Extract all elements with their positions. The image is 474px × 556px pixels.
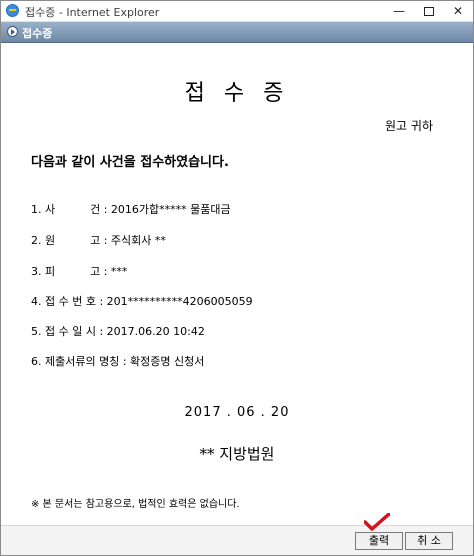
window-title: 접수증 - Internet Explorer <box>25 6 160 19</box>
item-value: 주식회사 ** <box>110 234 166 247</box>
receipt-document: 접 수 증 원고 귀하 다음과 같이 사건을 접수하였습니다. 1. 사 건 :… <box>1 43 473 523</box>
item-label: 6. 제출서류의 명칭 : <box>31 355 127 368</box>
item-label: 3. 피 고 : <box>31 265 108 278</box>
item-value: 2017.06.20 10:42 <box>106 325 205 338</box>
internet-explorer-icon <box>6 4 19 17</box>
check-mark-icon <box>364 513 390 531</box>
item-label: 2. 원 고 : <box>31 234 108 247</box>
receipt-date: 2017 . 06 . 20 <box>184 405 290 420</box>
ie-window: 접수증 - Internet Explorer — ✕ 접수증 접 수 증 원고… <box>0 0 474 556</box>
button-bar: 출력 취 소 <box>1 525 473 555</box>
list-item: 6. 제출서류의 명칭 : 확정증명 신청서 <box>31 353 204 369</box>
document-title: 접 수 증 <box>184 81 290 106</box>
recipient-label: 원고 귀하 <box>385 119 433 133</box>
item-value: *** <box>110 265 128 278</box>
disclaimer-note: ※ 본 문서는 참고용으로, 법적인 효력은 없습니다. <box>31 499 240 510</box>
item-label: 4. 접 수 번 호 : <box>31 295 104 308</box>
list-item: 1. 사 건 : 2016가합***** 물품대금 <box>31 201 231 217</box>
list-item: 5. 접 수 일 시 : 2017.06.20 10:42 <box>31 323 205 339</box>
item-label: 1. 사 건 : <box>31 203 108 216</box>
court-name: ** 지방법원 <box>199 445 275 463</box>
list-item: 3. 피 고 : *** <box>31 263 127 279</box>
arrow-circle-icon <box>7 26 18 37</box>
page-header-bar: 접수증 <box>1 22 473 43</box>
close-button[interactable]: ✕ <box>444 1 472 21</box>
page-header-title: 접수증 <box>22 27 53 40</box>
list-item: 4. 접 수 번 호 : 201**********4206005059 <box>31 293 253 309</box>
intro-text: 다음과 같이 사건을 접수하였습니다. <box>31 155 229 170</box>
item-value: 201**********4206005059 <box>106 295 253 308</box>
cancel-button[interactable]: 취 소 <box>405 532 453 550</box>
item-label: 5. 접 수 일 시 : <box>31 325 104 338</box>
print-button[interactable]: 출력 <box>355 532 403 550</box>
title-bar[interactable]: 접수증 - Internet Explorer — ✕ <box>1 1 473 22</box>
maximize-icon <box>424 7 434 16</box>
maximize-button[interactable] <box>415 1 443 21</box>
minimize-button[interactable]: — <box>385 1 413 21</box>
list-item: 2. 원 고 : 주식회사 ** <box>31 232 166 248</box>
item-value: 2016가합***** 물품대금 <box>110 203 231 216</box>
item-value: 확정증명 신청서 <box>130 355 205 368</box>
